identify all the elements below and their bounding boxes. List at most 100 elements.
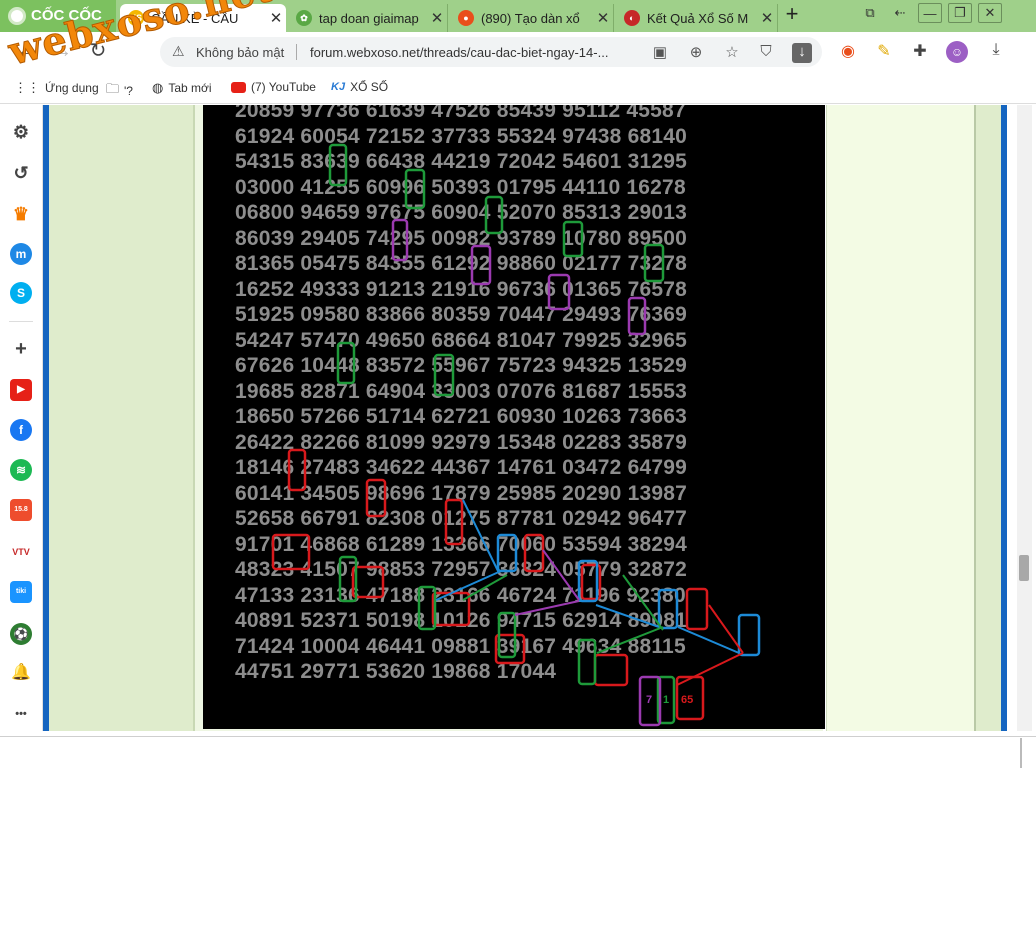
number-row: 26422 82266 81099 92979 15348 02283 3587…: [235, 430, 687, 454]
extensions-icon[interactable]: ✚: [909, 41, 931, 63]
number-row: 52658 66791 82308 01275 87781 02942 9647…: [235, 507, 687, 530]
number-row: 20859 97736 61639 47526 85439 95112 4558…: [235, 105, 686, 122]
bookmark-xoso[interactable]: KJ XỔ SỐ: [331, 80, 388, 94]
number-row: 67626 10448 83572 55967 75723 94325 1352…: [235, 354, 687, 377]
spotify-icon[interactable]: ≋: [10, 459, 32, 481]
page-left-margin: [49, 105, 195, 731]
kq-favicon-icon: ◐: [624, 10, 640, 26]
bookmark-folder[interactable]: 🗀 '?: [106, 80, 133, 102]
close-icon[interactable]: ✕: [757, 9, 777, 27]
url-text[interactable]: forum.webxoso.net/threads/cau-dac-biet-n…: [310, 45, 608, 60]
more-icon[interactable]: •••: [10, 703, 32, 725]
close-icon[interactable]: ✕: [266, 9, 286, 27]
tab-tap-doan[interactable]: ✿ tap doan giaimap ✕: [288, 4, 448, 32]
crown-icon[interactable]: ♛: [10, 203, 32, 225]
window-controls: ⧉ ⇠ — ❐ ✕: [858, 3, 1002, 23]
divider: [0, 736, 1036, 737]
globe-icon: ◍: [152, 80, 164, 95]
number-row: 60141 34505 98696 17879 25985 20290 1398…: [235, 481, 687, 505]
number-row: 16252 49333 91213 21916 96736 01365 7657…: [235, 277, 687, 301]
shopee-icon[interactable]: 15.8: [10, 499, 32, 521]
bookmark-youtube[interactable]: (7) YouTube: [231, 80, 316, 94]
bookmark-star-icon[interactable]: ☆: [722, 43, 742, 63]
shield-icon[interactable]: ⛉: [756, 43, 776, 63]
bookmark-label: Ứng dụng: [45, 81, 99, 95]
skype-icon[interactable]: S: [10, 282, 32, 304]
vertical-scrollbar[interactable]: [1017, 105, 1032, 731]
facebook-icon[interactable]: f: [10, 419, 32, 441]
number-row: 06800 94659 97675 60904 52070 85313 2901…: [235, 201, 687, 224]
number-row: 18146 27483 34622 44367 14761 03472 6479…: [235, 456, 687, 479]
number-row: 54247 57470 49650 68664 81047 79925 3296…: [235, 328, 687, 352]
post-right-panel: [826, 105, 974, 731]
warning-icon: ⚠: [172, 43, 185, 59]
number-row: 81365 05475 84355 61292 98860 02177 7327…: [235, 252, 687, 275]
address-bar[interactable]: ⚠ Không bảo mật forum.webxoso.net/thread…: [160, 37, 822, 67]
coccoc-logo-icon: [8, 7, 26, 25]
minimize-button[interactable]: —: [918, 3, 942, 23]
rainbow-extension-icon[interactable]: ◉: [837, 41, 859, 63]
tab-tao-dan[interactable]: ● (890) Tạo dàn xổ ✕: [450, 4, 614, 32]
zoom-icon[interactable]: ⊕: [686, 43, 706, 63]
lottery-number-image: 20859 97736 61639 47526 85439 95112 4558…: [203, 105, 825, 729]
bookmark-label: (7) YouTube: [251, 80, 316, 94]
security-status[interactable]: Không bảo mật: [196, 45, 284, 60]
number-row: 47133 23136 47188 23166 46724 71196 9238…: [235, 583, 686, 607]
close-icon[interactable]: ✕: [427, 9, 447, 27]
colorful-favicon-icon: ●: [458, 10, 474, 26]
tab-title: Kết Quả Xổ Số M: [647, 10, 749, 26]
apps-icon: ⋮⋮: [14, 80, 40, 95]
bookmark-apps[interactable]: ⋮⋮ Ứng dụng: [14, 80, 99, 96]
block-popup-icon[interactable]: ▣: [650, 43, 670, 63]
history-icon[interactable]: ↺: [10, 162, 32, 184]
number-row: 03000 41255 60996 50393 01795 44110 1627…: [235, 175, 686, 199]
bookmark-new-tab[interactable]: ◍ Tab mới: [152, 80, 212, 96]
number-row: 61924 60054 72152 37733 55324 97438 6814…: [235, 124, 687, 148]
leaf-favicon-icon: ✿: [296, 10, 312, 26]
page-right-margin: [974, 105, 1001, 731]
kj-icon: KJ: [331, 81, 346, 93]
side-panel: ⚙ ↺ ♛ m S + ▶ f ≋ 15.8 VTV tiki ⚽ 🔔 •••: [0, 105, 43, 731]
vtv-icon[interactable]: VTV: [10, 541, 32, 563]
bookmarks-bar: ⋮⋮ Ứng dụng 🗀 '? ◍ Tab mới (7) YouTube K…: [0, 72, 1036, 104]
number-row: 54315 83639 66438 44219 72042 54601 3129…: [235, 150, 687, 173]
browser-window: CỐC CỐC XS CẦU KÈ - CẦU ✕ ✿ tap doan gia…: [0, 0, 1036, 952]
settings-icon[interactable]: ⚙: [10, 121, 32, 143]
youtube-icon: [231, 81, 246, 93]
profile-avatar[interactable]: ☺: [946, 41, 968, 63]
lower-scrollbar[interactable]: [1020, 738, 1022, 768]
close-window-button[interactable]: ✕: [978, 3, 1002, 23]
number-row: 48323 41507 98853 72957 36824 05779 3287…: [235, 558, 687, 581]
pencil-icon[interactable]: ✎: [873, 41, 895, 63]
bookmark-label: XỔ SỐ: [350, 80, 389, 94]
download-video-icon[interactable]: ↓: [792, 43, 812, 63]
page-right-border: [1001, 105, 1007, 731]
number-row: 44751 29771 53620 19868 17044: [235, 660, 557, 683]
downloads-icon[interactable]: ⤓: [985, 41, 1007, 63]
close-icon[interactable]: ✕: [593, 9, 613, 27]
number-row: 40891 52371 50198 10126 94715 62914 8908…: [235, 609, 687, 632]
back-forward-icon[interactable]: ⇠: [888, 3, 912, 23]
bookmark-label: '?: [124, 84, 133, 98]
messenger-icon[interactable]: m: [10, 243, 32, 265]
new-tab-button[interactable]: +: [781, 3, 803, 26]
divider: [296, 44, 297, 60]
number-row: 91701 46868 61289 13366 70060 53594 3829…: [235, 532, 687, 556]
bookmark-label: Tab mới: [168, 81, 212, 95]
bell-icon[interactable]: 🔔: [10, 662, 32, 684]
number-row: 71424 10004 46441 09881 39167 49634 8811…: [235, 634, 686, 658]
tiki-icon[interactable]: tiki: [10, 581, 32, 603]
number-row: 51925 09580 83866 80359 70447 29493 7636…: [235, 303, 687, 326]
youtube-icon[interactable]: ▶: [10, 379, 32, 401]
tab-title: tap doan giaimap: [319, 10, 419, 26]
football-icon[interactable]: ⚽: [10, 623, 32, 645]
folder-icon: 🗀: [106, 81, 120, 96]
scroll-thumb[interactable]: [1019, 555, 1029, 581]
screenshot-icon[interactable]: ⧉: [858, 3, 882, 23]
restore-button[interactable]: ❐: [948, 3, 972, 23]
divider: [9, 321, 33, 322]
add-icon[interactable]: +: [10, 338, 32, 360]
tab-title: (890) Tạo dàn xổ: [481, 10, 580, 26]
number-row: 18650 57266 51714 62721 60930 10263 7366…: [235, 405, 687, 428]
tab-ket-qua[interactable]: ◐ Kết Quả Xổ Số M ✕: [616, 4, 778, 32]
